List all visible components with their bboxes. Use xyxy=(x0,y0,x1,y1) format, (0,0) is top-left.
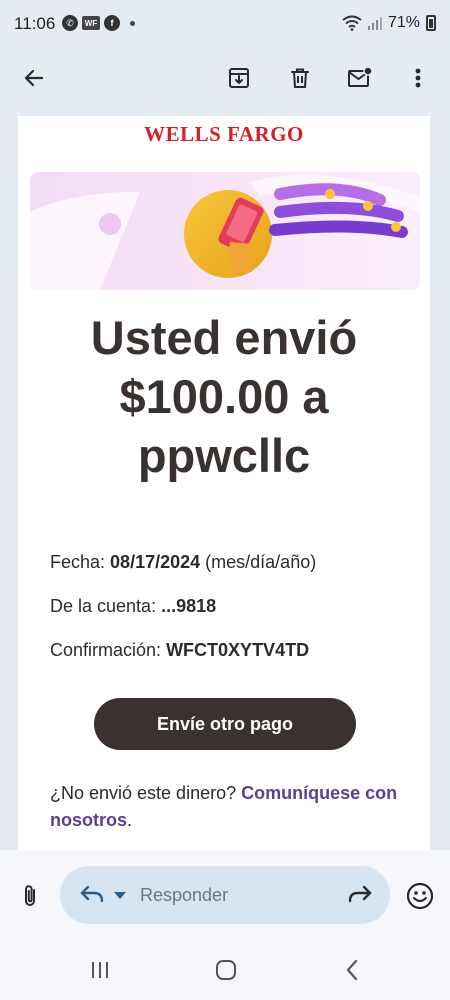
footer-question: ¿No envió este dinero? xyxy=(50,783,237,803)
recents-button[interactable] xyxy=(85,956,115,984)
facebook-icon: f xyxy=(104,15,120,31)
trash-icon xyxy=(291,68,309,88)
attach-button[interactable] xyxy=(14,880,46,912)
back-nav-button[interactable] xyxy=(337,956,367,984)
back-button[interactable] xyxy=(14,58,54,98)
date-label: Fecha: xyxy=(50,552,106,572)
email-body: WELLS FARGO Usted envió $100.00 a ppwcll… xyxy=(18,116,430,850)
account-row: De la cuenta: ...9818 xyxy=(50,594,316,638)
archive-icon xyxy=(229,68,249,88)
confirmation-value: WFCT0XYTV4TD xyxy=(166,640,310,660)
whatsapp-icon: ✆ xyxy=(62,15,78,31)
notification-icons: ✆ WF f xyxy=(62,15,135,31)
confirmation-row: Confirmación: WFCT0XYTV4TD xyxy=(50,638,316,682)
brand-logo: WELLS FARGO xyxy=(144,122,304,146)
status-right: 71% xyxy=(342,14,436,32)
mark-unread-button[interactable] xyxy=(340,58,380,98)
wifi-icon xyxy=(342,15,362,31)
reply-icon[interactable] xyxy=(78,882,106,906)
archive-button[interactable] xyxy=(219,58,259,98)
paperclip-icon xyxy=(25,885,35,906)
account-value: ...9818 xyxy=(161,596,217,616)
status-time: 11:06 xyxy=(14,14,56,33)
reply-bar xyxy=(0,850,450,940)
payment-details: Fecha: 08/17/2024 (mes/día/año) De la cu… xyxy=(50,550,316,682)
date-value: 08/17/2024 xyxy=(110,552,201,572)
delete-button[interactable] xyxy=(280,58,320,98)
forward-icon[interactable] xyxy=(346,882,374,906)
emoji-icon[interactable] xyxy=(404,880,436,912)
battery-icon xyxy=(426,15,436,31)
payment-banner-illustration xyxy=(30,172,420,290)
back-chevron-icon xyxy=(346,959,358,981)
status-bar: 11:06 ✆ WF f 71% xyxy=(0,0,450,50)
date-row: Fecha: 08/17/2024 (mes/día/año) xyxy=(50,550,316,594)
recents-icon xyxy=(92,962,108,978)
email-toolbar xyxy=(0,50,450,106)
wf-app-icon: WF xyxy=(82,16,100,30)
account-label: De la cuenta: xyxy=(50,596,157,616)
send-another-payment-button[interactable]: Envíe otro pago xyxy=(94,698,356,750)
more-options-button[interactable] xyxy=(398,58,438,98)
footer-end: . xyxy=(127,810,133,830)
date-format: (mes/día/año) xyxy=(205,552,317,572)
reply-compose-pill xyxy=(60,866,390,924)
reply-options-caret-icon[interactable] xyxy=(114,892,126,899)
reply-input[interactable] xyxy=(140,881,320,909)
home-button[interactable] xyxy=(211,956,241,984)
system-nav-bar xyxy=(0,940,450,1000)
confirmation-label: Confirmación: xyxy=(50,640,162,660)
footer-note: ¿No envió este dinero? Comuníquese con n… xyxy=(50,780,400,834)
signal-icon xyxy=(367,17,382,30)
headline-line-1: Usted envió xyxy=(90,311,358,364)
more-vert-icon xyxy=(415,68,421,88)
payment-headline: Usted envió $100.00 a ppwcllc xyxy=(18,308,430,485)
arrow-back-icon xyxy=(24,69,44,87)
home-icon xyxy=(216,960,236,980)
headline-line-2: $100.00 a xyxy=(119,370,329,423)
battery-percent: 71% xyxy=(387,14,420,31)
headline-line-3: ppwcllc xyxy=(137,429,311,482)
more-dot-icon xyxy=(130,20,135,26)
mail-unread-icon xyxy=(348,66,373,87)
